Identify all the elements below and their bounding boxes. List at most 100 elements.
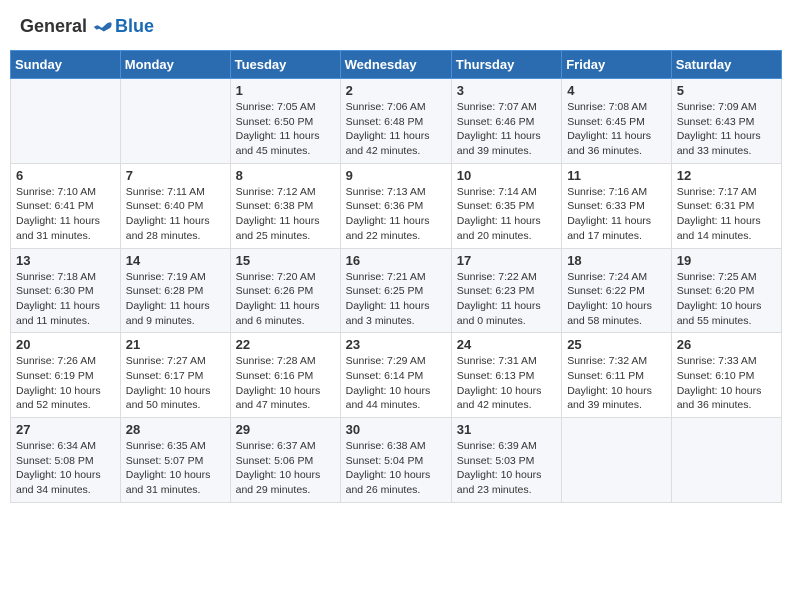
- sunset: Sunset: 6:25 PM: [346, 285, 424, 297]
- calendar-cell: 3 Sunrise: 7:07 AM Sunset: 6:46 PM Dayli…: [451, 79, 561, 164]
- day-number: 9: [346, 168, 446, 183]
- day-number: 1: [236, 83, 335, 98]
- day-number: 16: [346, 253, 446, 268]
- calendar-cell: 14 Sunrise: 7:19 AM Sunset: 6:28 PM Dayl…: [120, 248, 230, 333]
- day-info: Sunrise: 7:20 AM Sunset: 6:26 PM Dayligh…: [236, 270, 335, 329]
- day-info: Sunrise: 7:12 AM Sunset: 6:38 PM Dayligh…: [236, 185, 335, 244]
- daylight: Daylight: 10 hours and 26 minutes.: [346, 469, 431, 496]
- sunrise: Sunrise: 7:17 AM: [677, 186, 757, 198]
- daylight: Daylight: 10 hours and 58 minutes.: [567, 300, 652, 327]
- sunrise: Sunrise: 7:09 AM: [677, 101, 757, 113]
- daylight: Daylight: 11 hours and 17 minutes.: [567, 215, 651, 242]
- sunrise: Sunrise: 7:12 AM: [236, 186, 316, 198]
- sunset: Sunset: 6:50 PM: [236, 116, 314, 128]
- sunrise: Sunrise: 7:10 AM: [16, 186, 96, 198]
- sunrise: Sunrise: 7:19 AM: [126, 271, 206, 283]
- day-info: Sunrise: 7:21 AM Sunset: 6:25 PM Dayligh…: [346, 270, 446, 329]
- day-info: Sunrise: 7:26 AM Sunset: 6:19 PM Dayligh…: [16, 354, 115, 413]
- calendar-week-5: 27 Sunrise: 6:34 AM Sunset: 5:08 PM Dayl…: [11, 418, 782, 503]
- day-info: Sunrise: 7:09 AM Sunset: 6:43 PM Dayligh…: [677, 100, 776, 159]
- calendar-cell: 16 Sunrise: 7:21 AM Sunset: 6:25 PM Dayl…: [340, 248, 451, 333]
- sunset: Sunset: 5:04 PM: [346, 455, 424, 467]
- sunset: Sunset: 6:10 PM: [677, 370, 755, 382]
- day-info: Sunrise: 7:28 AM Sunset: 6:16 PM Dayligh…: [236, 354, 335, 413]
- day-number: 4: [567, 83, 666, 98]
- sunset: Sunset: 6:38 PM: [236, 200, 314, 212]
- sunset: Sunset: 5:08 PM: [16, 455, 94, 467]
- daylight: Daylight: 10 hours and 52 minutes.: [16, 385, 101, 412]
- daylight: Daylight: 10 hours and 29 minutes.: [236, 469, 321, 496]
- daylight: Daylight: 11 hours and 6 minutes.: [236, 300, 320, 327]
- sunset: Sunset: 6:48 PM: [346, 116, 424, 128]
- day-number: 15: [236, 253, 335, 268]
- calendar-cell: 23 Sunrise: 7:29 AM Sunset: 6:14 PM Dayl…: [340, 333, 451, 418]
- sunset: Sunset: 6:14 PM: [346, 370, 424, 382]
- sunset: Sunset: 6:33 PM: [567, 200, 645, 212]
- calendar-cell: 15 Sunrise: 7:20 AM Sunset: 6:26 PM Dayl…: [230, 248, 340, 333]
- daylight: Daylight: 11 hours and 9 minutes.: [126, 300, 210, 327]
- daylight: Daylight: 11 hours and 11 minutes.: [16, 300, 100, 327]
- sunrise: Sunrise: 7:24 AM: [567, 271, 647, 283]
- logo-bird-icon: [91, 15, 113, 37]
- day-number: 17: [457, 253, 556, 268]
- sunrise: Sunrise: 7:11 AM: [126, 186, 205, 198]
- day-info: Sunrise: 7:32 AM Sunset: 6:11 PM Dayligh…: [567, 354, 666, 413]
- sunset: Sunset: 6:46 PM: [457, 116, 535, 128]
- day-info: Sunrise: 6:37 AM Sunset: 5:06 PM Dayligh…: [236, 439, 335, 498]
- day-info: Sunrise: 7:24 AM Sunset: 6:22 PM Dayligh…: [567, 270, 666, 329]
- daylight: Daylight: 10 hours and 23 minutes.: [457, 469, 542, 496]
- calendar-cell: 27 Sunrise: 6:34 AM Sunset: 5:08 PM Dayl…: [11, 418, 121, 503]
- calendar-cell: 10 Sunrise: 7:14 AM Sunset: 6:35 PM Dayl…: [451, 163, 561, 248]
- day-number: 19: [677, 253, 776, 268]
- sunset: Sunset: 6:40 PM: [126, 200, 204, 212]
- sunset: Sunset: 6:20 PM: [677, 285, 755, 297]
- day-info: Sunrise: 6:35 AM Sunset: 5:07 PM Dayligh…: [126, 439, 225, 498]
- daylight: Daylight: 11 hours and 39 minutes.: [457, 130, 541, 157]
- calendar-cell: 18 Sunrise: 7:24 AM Sunset: 6:22 PM Dayl…: [562, 248, 672, 333]
- day-info: Sunrise: 7:27 AM Sunset: 6:17 PM Dayligh…: [126, 354, 225, 413]
- day-info: Sunrise: 7:18 AM Sunset: 6:30 PM Dayligh…: [16, 270, 115, 329]
- daylight: Daylight: 10 hours and 42 minutes.: [457, 385, 542, 412]
- sunset: Sunset: 6:26 PM: [236, 285, 314, 297]
- sunrise: Sunrise: 7:29 AM: [346, 355, 426, 367]
- calendar-cell: 19 Sunrise: 7:25 AM Sunset: 6:20 PM Dayl…: [671, 248, 781, 333]
- calendar-cell: [11, 79, 121, 164]
- day-number: 18: [567, 253, 666, 268]
- sunset: Sunset: 6:35 PM: [457, 200, 535, 212]
- calendar-cell: 6 Sunrise: 7:10 AM Sunset: 6:41 PM Dayli…: [11, 163, 121, 248]
- sunset: Sunset: 6:16 PM: [236, 370, 314, 382]
- day-info: Sunrise: 7:13 AM Sunset: 6:36 PM Dayligh…: [346, 185, 446, 244]
- sunset: Sunset: 6:28 PM: [126, 285, 204, 297]
- calendar-week-4: 20 Sunrise: 7:26 AM Sunset: 6:19 PM Dayl…: [11, 333, 782, 418]
- day-info: Sunrise: 7:14 AM Sunset: 6:35 PM Dayligh…: [457, 185, 556, 244]
- sunrise: Sunrise: 7:28 AM: [236, 355, 316, 367]
- calendar-header-monday: Monday: [120, 51, 230, 79]
- day-number: 24: [457, 337, 556, 352]
- sunrise: Sunrise: 6:34 AM: [16, 440, 96, 452]
- day-info: Sunrise: 7:05 AM Sunset: 6:50 PM Dayligh…: [236, 100, 335, 159]
- calendar-cell: 4 Sunrise: 7:08 AM Sunset: 6:45 PM Dayli…: [562, 79, 672, 164]
- day-number: 11: [567, 168, 666, 183]
- sunset: Sunset: 5:03 PM: [457, 455, 535, 467]
- day-number: 3: [457, 83, 556, 98]
- day-info: Sunrise: 7:07 AM Sunset: 6:46 PM Dayligh…: [457, 100, 556, 159]
- daylight: Daylight: 10 hours and 31 minutes.: [126, 469, 211, 496]
- sunrise: Sunrise: 7:22 AM: [457, 271, 537, 283]
- calendar-header-row: SundayMondayTuesdayWednesdayThursdayFrid…: [11, 51, 782, 79]
- day-number: 2: [346, 83, 446, 98]
- daylight: Daylight: 11 hours and 25 minutes.: [236, 215, 320, 242]
- calendar-header-friday: Friday: [562, 51, 672, 79]
- calendar-week-3: 13 Sunrise: 7:18 AM Sunset: 6:30 PM Dayl…: [11, 248, 782, 333]
- day-number: 23: [346, 337, 446, 352]
- daylight: Daylight: 10 hours and 34 minutes.: [16, 469, 101, 496]
- calendar-cell: 2 Sunrise: 7:06 AM Sunset: 6:48 PM Dayli…: [340, 79, 451, 164]
- sunset: Sunset: 6:23 PM: [457, 285, 535, 297]
- logo: General Blue: [20, 15, 154, 37]
- sunset: Sunset: 6:22 PM: [567, 285, 645, 297]
- calendar-cell: 24 Sunrise: 7:31 AM Sunset: 6:13 PM Dayl…: [451, 333, 561, 418]
- calendar-cell: 28 Sunrise: 6:35 AM Sunset: 5:07 PM Dayl…: [120, 418, 230, 503]
- calendar-cell: 8 Sunrise: 7:12 AM Sunset: 6:38 PM Dayli…: [230, 163, 340, 248]
- sunset: Sunset: 6:19 PM: [16, 370, 94, 382]
- daylight: Daylight: 10 hours and 44 minutes.: [346, 385, 431, 412]
- calendar-cell: 29 Sunrise: 6:37 AM Sunset: 5:06 PM Dayl…: [230, 418, 340, 503]
